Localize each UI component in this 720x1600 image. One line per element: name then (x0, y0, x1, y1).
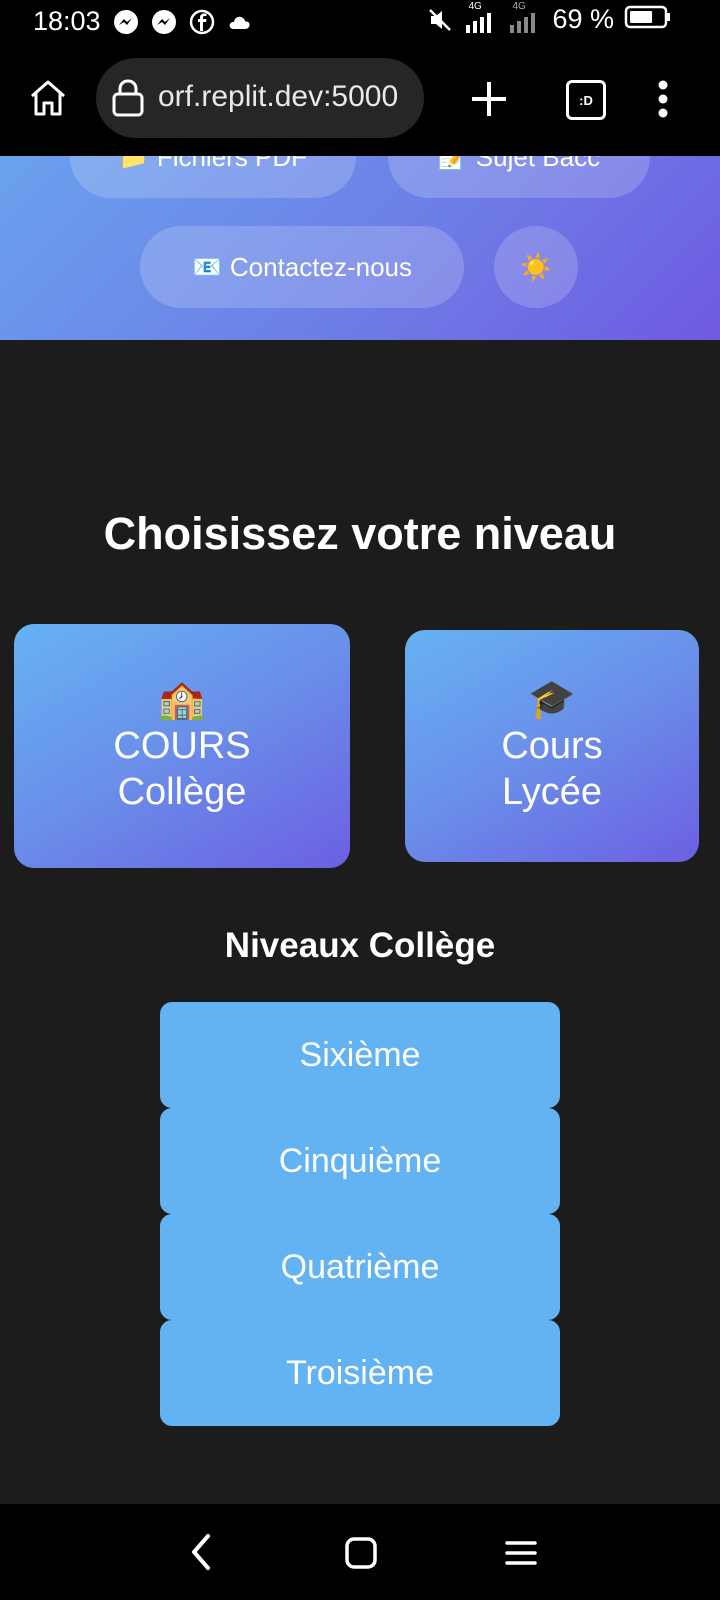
facebook-icon (188, 8, 216, 36)
mute-vibrate-icon (426, 6, 454, 34)
memo-icon: 📝 (437, 156, 468, 171)
lycee-courses-card[interactable]: 🎓 Cours Lycée (405, 630, 699, 862)
plus-icon (472, 82, 506, 116)
school-icon: 🏫 (158, 679, 206, 721)
graduation-cap-icon: 🎓 (528, 679, 576, 721)
back-arrow-icon (192, 1534, 210, 1570)
grade-button-sixieme[interactable]: Sixième (160, 1002, 560, 1108)
status-bar: 18:03 4G 4G 69 % (0, 0, 720, 44)
tab-switcher-button[interactable]: :D (566, 80, 606, 120)
signal-icon: 4G (464, 1, 498, 35)
battery-percent: 69 % (552, 4, 614, 34)
lycee-card-line1: Cours (501, 725, 603, 767)
cloud-icon (226, 8, 254, 36)
pdf-files-link[interactable]: 📁 Fichiers PDF (70, 156, 356, 198)
contact-label: Contactez-nous (229, 251, 412, 282)
menu-lines-icon (505, 1541, 537, 1565)
more-vertical-icon (658, 80, 668, 118)
lock-icon (110, 78, 146, 118)
college-levels-title: Niveaux Collège (224, 926, 496, 965)
site-header-nav: 📁 Fichiers PDF 📝 Sujet Bacc 📧 Contactez-… (0, 156, 720, 340)
back-button[interactable] (186, 1532, 216, 1572)
system-home-button[interactable] (344, 1536, 378, 1570)
contact-link[interactable]: 📧 Contactez-nous (140, 226, 464, 308)
page-title: Choisissez votre niveau (103, 508, 617, 559)
home-icon (31, 80, 65, 116)
notification-icons (112, 8, 254, 36)
college-card-line2: Collège (117, 771, 247, 813)
theme-toggle-button[interactable]: ☀️ (494, 226, 578, 308)
lycee-card-line2: Lycée (502, 771, 602, 813)
browser-menu-button[interactable] (656, 78, 670, 120)
sun-icon: ☀️ (519, 251, 553, 282)
new-tab-button[interactable] (468, 78, 510, 120)
bac-subject-link[interactable]: 📝 Sujet Bacc (388, 156, 650, 198)
address-bar[interactable]: orf.replit.dev:5000 (96, 58, 424, 138)
college-card-line1: COURS (113, 725, 251, 767)
recent-apps-button[interactable] (504, 1538, 538, 1568)
system-status-icons: 4G 4G 69 % (426, 1, 672, 35)
grade-button-quatrieme[interactable]: Quatrième (160, 1214, 560, 1320)
system-navigation-bar (0, 1504, 720, 1600)
email-icon: 📧 (192, 253, 222, 281)
signal-icon: 4G (508, 1, 542, 35)
folder-icon: 📁 (118, 156, 149, 171)
grade-button-troisieme[interactable]: Troisième (160, 1320, 560, 1426)
battery-icon (624, 4, 672, 35)
messenger-icon (150, 8, 178, 36)
status-time: 18:03 (33, 6, 101, 36)
messenger-icon (112, 8, 140, 36)
square-home-icon (345, 1537, 377, 1569)
bac-subject-label: Sujet Bacc (475, 156, 601, 172)
grade-button-cinquieme[interactable]: Cinquième (160, 1108, 560, 1214)
browser-toolbar: orf.replit.dev:5000 :D (0, 44, 720, 156)
browser-home-button[interactable] (26, 76, 70, 120)
url-text[interactable]: orf.replit.dev:5000 (158, 80, 416, 114)
college-courses-card[interactable]: 🏫 COURS Collège (14, 624, 350, 868)
pdf-files-label: Fichiers PDF (156, 156, 308, 172)
